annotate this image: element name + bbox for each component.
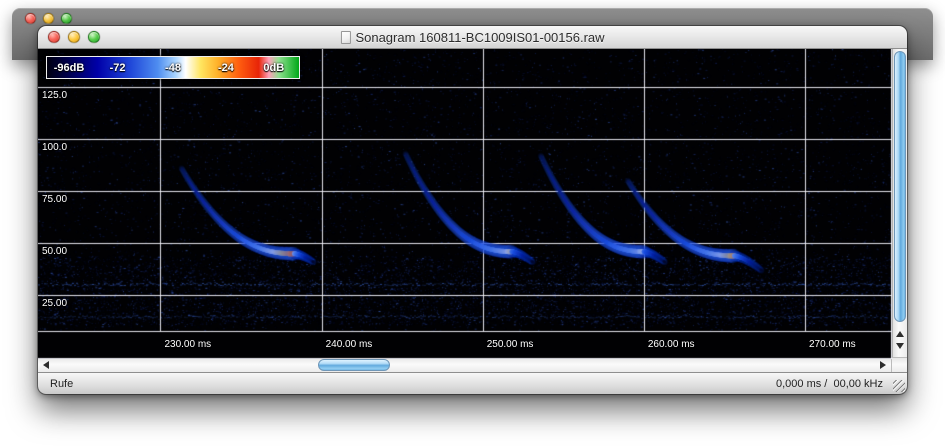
title-bar[interactable]: Sonagram 160811-BC1009IS01-00156.raw	[38, 26, 907, 49]
scroll-up-button[interactable]	[896, 331, 904, 337]
arrow-down-icon	[896, 343, 904, 349]
db-scale-label: -72	[109, 61, 126, 74]
scroll-down-button[interactable]	[896, 343, 904, 349]
window-title: Sonagram 160811-BC1009IS01-00156.raw	[340, 26, 605, 48]
scrollbar-corner	[891, 358, 907, 372]
vertical-scrollbar-thumb[interactable]	[894, 51, 906, 322]
arrow-right-icon	[880, 361, 886, 369]
vertical-scroll-arrows	[893, 325, 907, 357]
status-mode-label: Rufe	[50, 377, 74, 390]
vertical-scrollbar[interactable]	[892, 49, 907, 357]
db-scale-label: -24	[217, 61, 234, 74]
horizontal-scrollbar-thumb[interactable]	[318, 359, 390, 371]
spectrogram-canvas[interactable]	[38, 49, 892, 359]
background-window-traffic-lights	[12, 8, 933, 24]
cursor-position-readout: 0,000 ms / 00,00 kHz	[776, 377, 883, 390]
zoom-button[interactable]	[88, 31, 100, 43]
status-bar: Rufe 0,000 ms / 00,00 kHz	[38, 372, 907, 394]
arrow-left-icon	[43, 361, 49, 369]
zoom-button[interactable]	[61, 13, 72, 24]
spectrogram-area: -96dB -72 -48 -24 0dB 125.0 100.0 75.00 50.…	[38, 49, 892, 359]
traffic-lights	[48, 31, 100, 43]
scroll-right-button[interactable]	[875, 358, 891, 372]
resize-grip[interactable]	[893, 380, 905, 392]
window-title-text: Sonagram 160811-BC1009IS01-00156.raw	[355, 29, 605, 45]
minimize-button[interactable]	[68, 31, 80, 43]
close-button[interactable]	[48, 31, 60, 43]
db-scale-label: -48	[165, 61, 181, 74]
arrow-up-icon	[896, 331, 904, 337]
minimize-button[interactable]	[43, 13, 54, 24]
sonagram-window: Sonagram 160811-BC1009IS01-00156.raw -96…	[38, 26, 907, 394]
vertical-scrollbar-track[interactable]	[893, 49, 907, 325]
document-icon	[340, 30, 351, 44]
db-scale-label: -96dB	[53, 61, 85, 74]
close-button[interactable]	[25, 13, 36, 24]
scroll-left-button[interactable]	[38, 358, 54, 372]
horizontal-scrollbar[interactable]	[38, 357, 907, 372]
db-scale-label: 0dB	[263, 61, 285, 74]
main-area: -96dB -72 -48 -24 0dB 125.0 100.0 75.00 50.…	[38, 49, 907, 359]
db-color-scale: -96dB -72 -48 -24 0dB	[46, 56, 300, 79]
horizontal-scrollbar-track[interactable]	[54, 358, 875, 372]
